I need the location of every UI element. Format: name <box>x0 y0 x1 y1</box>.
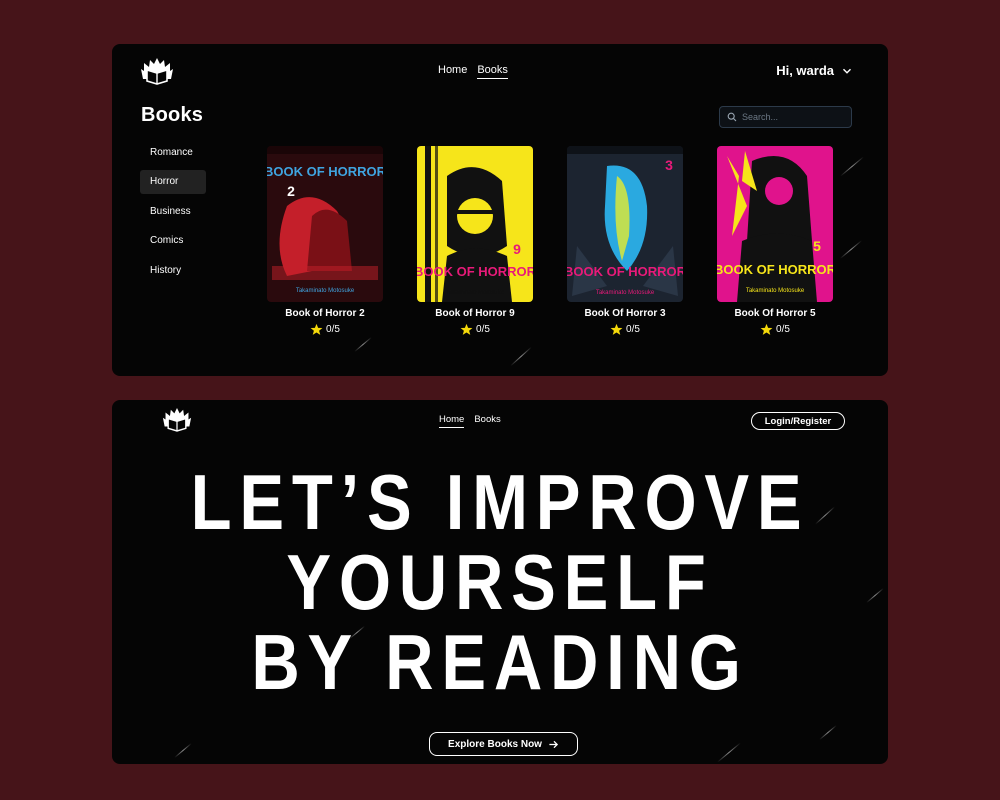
rating-value: 0/5 <box>776 324 790 335</box>
landing-page-card: Home Books Login/Register LET’S IMPROVE … <box>112 400 888 764</box>
headline-line: LET’S IMPROVE <box>190 458 810 546</box>
main-nav: Home Books <box>438 64 508 79</box>
cover-author-text: Takaminato Motosuke <box>296 288 355 294</box>
hero-headline: LET’S IMPROVE YOURSELF BY READING <box>166 462 833 702</box>
book-card[interactable]: BOOK OF HORROR 3 Takaminato Motosuke Boo… <box>567 146 683 336</box>
cover-author-text: Takaminato Motosuke <box>446 290 505 296</box>
cover-number-text: 2 <box>287 183 295 199</box>
cover-author-text: Takaminato Motosuke <box>596 290 655 296</box>
cover-title-text: BOOK OF HORROR <box>417 264 533 279</box>
book-card[interactable]: BOOK OF HORROR 2 Takaminato Motosuke Boo… <box>267 146 383 336</box>
decor-streak <box>354 337 372 352</box>
brand-logo-icon[interactable] <box>140 57 174 85</box>
chevron-down-icon <box>842 68 852 74</box>
decor-streak <box>510 346 532 367</box>
login-register-button[interactable]: Login/Register <box>751 412 845 430</box>
nav-books-link[interactable]: Books <box>474 414 500 428</box>
book-title[interactable]: Book of Horror 9 <box>435 308 514 319</box>
landing-nav: Home Books <box>439 414 501 428</box>
category-label: Horror <box>150 176 179 187</box>
book-grid: BOOK OF HORROR 2 Takaminato Motosuke Boo… <box>267 146 833 336</box>
category-label: Romance <box>150 146 193 158</box>
brand-logo-icon[interactable] <box>162 407 192 432</box>
user-greeting: Hi, warda <box>776 63 834 78</box>
cover-number-text: 5 <box>813 238 821 254</box>
category-item-business[interactable]: Business <box>140 199 206 223</box>
book-rating: 0/5 <box>460 323 490 336</box>
nav-home-link[interactable]: Home <box>439 414 465 428</box>
explore-books-label: Explore Books Now <box>448 738 542 750</box>
book-title[interactable]: Book of Horror 2 <box>285 308 364 319</box>
decor-streak <box>839 240 863 259</box>
decor-streak <box>840 156 864 177</box>
decor-streak <box>819 725 837 740</box>
book-rating: 0/5 <box>310 323 340 336</box>
category-list: Romance Horror Business Comics History <box>140 140 206 288</box>
headline-line: BY READING <box>251 618 749 706</box>
cover-number-text: 9 <box>513 241 521 257</box>
category-label: Comics <box>150 235 184 246</box>
book-rating: 0/5 <box>760 323 790 336</box>
category-item-horror[interactable]: Horror <box>140 169 206 194</box>
decor-streak <box>717 742 741 763</box>
book-cover-image: BOOK OF HORROR 3 Takaminato Motosuke <box>567 146 683 302</box>
cover-number-text: 3 <box>665 157 673 173</box>
star-icon <box>760 323 773 335</box>
star-icon <box>310 323 323 335</box>
search-box[interactable] <box>719 106 852 128</box>
nav-home-link[interactable]: Home <box>438 64 467 79</box>
headline-line: YOURSELF <box>286 538 714 626</box>
rating-value: 0/5 <box>326 324 340 335</box>
decor-streak <box>866 588 884 603</box>
category-item-comics[interactable]: Comics <box>140 229 206 253</box>
search-input[interactable] <box>742 112 842 122</box>
nav-books-link[interactable]: Books <box>477 64 508 79</box>
search-icon <box>727 112 737 122</box>
book-rating: 0/5 <box>610 323 640 336</box>
book-cover-image: BOOK OF HORROR 2 Takaminato Motosuke <box>267 146 383 302</box>
decor-streak <box>174 743 192 758</box>
category-item-history[interactable]: History <box>140 258 206 282</box>
arrow-right-icon <box>549 740 559 748</box>
user-menu[interactable]: Hi, warda <box>776 63 852 78</box>
star-icon <box>460 323 473 335</box>
book-card[interactable]: BOOK OF HORROR 9 Takaminato Motosuke Boo… <box>417 146 533 336</box>
books-page-card: Home Books Hi, warda Books Romance Horro… <box>112 44 888 376</box>
book-cover-image: BOOK OF HORROR 5 Takaminato Motosuke <box>717 146 833 302</box>
category-label: Business <box>150 205 191 217</box>
book-cover-image: BOOK OF HORROR 9 Takaminato Motosuke <box>417 146 533 302</box>
category-item-romance[interactable]: Romance <box>140 140 206 164</box>
book-title[interactable]: Book Of Horror 5 <box>734 308 815 319</box>
category-label: History <box>150 264 182 276</box>
book-card[interactable]: BOOK OF HORROR 5 Takaminato Motosuke Boo… <box>717 146 833 336</box>
rating-value: 0/5 <box>476 324 490 335</box>
cover-title-text: BOOK OF HORROR <box>267 164 383 179</box>
book-title[interactable]: Book Of Horror 3 <box>584 308 665 319</box>
cover-title-text: BOOK OF HORROR <box>717 262 833 277</box>
page-title: Books <box>141 104 204 126</box>
rating-value: 0/5 <box>626 324 640 335</box>
cover-title-text: BOOK OF HORROR <box>567 264 683 279</box>
explore-books-button[interactable]: Explore Books Now <box>429 732 578 756</box>
cover-author-text: Takaminato Motosuke <box>746 288 805 294</box>
star-icon <box>610 323 623 335</box>
